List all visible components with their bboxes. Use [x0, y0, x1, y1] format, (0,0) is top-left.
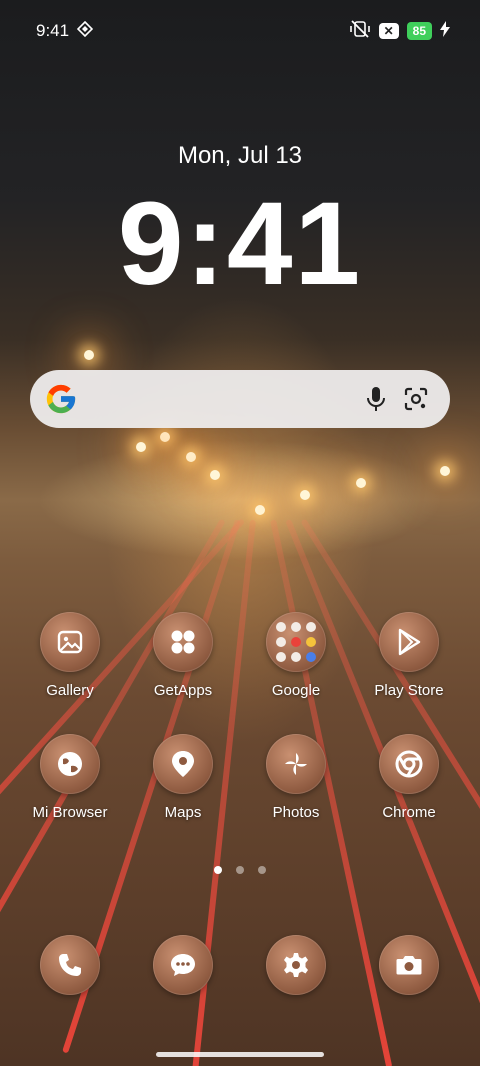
home-gesture-bar[interactable] [156, 1052, 324, 1057]
page-dot[interactable] [236, 866, 244, 874]
page-dot[interactable] [214, 866, 222, 874]
app-chrome[interactable]: Chrome [354, 734, 464, 821]
app-label: Google [271, 682, 321, 699]
app-label: Photos [272, 804, 320, 821]
dock-settings[interactable] [241, 935, 351, 995]
app-label: Gallery [46, 682, 94, 699]
folder-icon [266, 612, 326, 672]
dock-messages[interactable] [128, 935, 238, 995]
app-label: Maps [164, 804, 202, 821]
pinwheel-icon [266, 734, 326, 794]
app-gallery[interactable]: Gallery [15, 612, 125, 699]
app-label: Play Store [374, 682, 444, 699]
meet-mini-icon [276, 637, 286, 647]
keep-mini-icon [306, 637, 316, 647]
message-icon [153, 935, 213, 995]
app-mi-browser[interactable]: Mi Browser [15, 734, 125, 821]
vibrate-off-icon [349, 19, 371, 43]
clock-date[interactable]: Mon, Jul 13 [0, 142, 480, 170]
files-mini-icon [276, 652, 286, 662]
app-maps[interactable]: Maps [128, 734, 238, 821]
gmail-mini-icon [276, 622, 286, 632]
clock-time[interactable]: 9:41 [0, 176, 480, 312]
translate-mini-icon [306, 652, 316, 662]
camera-icon [379, 935, 439, 995]
dnd-diamond-icon [76, 20, 94, 42]
google-g-icon [44, 382, 78, 416]
chrome-icon [379, 734, 439, 794]
youtube-mini-icon [306, 622, 316, 632]
charging-bolt-icon [440, 20, 450, 42]
status-time: 9:41 [36, 21, 70, 40]
gallery-icon [40, 612, 100, 672]
dock-camera[interactable] [354, 935, 464, 995]
app-google-folder[interactable]: Google [241, 612, 351, 699]
battery-indicator: 85 [406, 22, 432, 40]
dock-phone[interactable] [15, 935, 125, 995]
app-play-store[interactable]: Play Store [354, 612, 464, 699]
status-bar: 9:41 ✕ 85 [0, 0, 480, 62]
google-search-bar[interactable] [30, 370, 450, 428]
microphone-icon[interactable] [356, 379, 396, 419]
phone-icon [40, 935, 100, 995]
close-badge-icon: ✕ [378, 23, 399, 39]
app-label: Chrome [382, 804, 436, 821]
page-indicator [0, 866, 480, 874]
calendar-mini-icon [291, 652, 301, 662]
app-photos[interactable]: Photos [241, 734, 351, 821]
app-label: Mi Browser [32, 804, 108, 821]
map-pin-icon [153, 734, 213, 794]
play-store-icon [379, 612, 439, 672]
drive-mini-icon [291, 622, 301, 632]
page-dot[interactable] [258, 866, 266, 874]
getapps-icon [153, 612, 213, 672]
settings-icon [266, 935, 326, 995]
app-label: GetApps [153, 682, 213, 699]
google-lens-icon[interactable] [396, 379, 436, 419]
app-getapps[interactable]: GetApps [128, 612, 238, 699]
globe-icon [40, 734, 100, 794]
chrome-mini-icon [291, 637, 301, 647]
